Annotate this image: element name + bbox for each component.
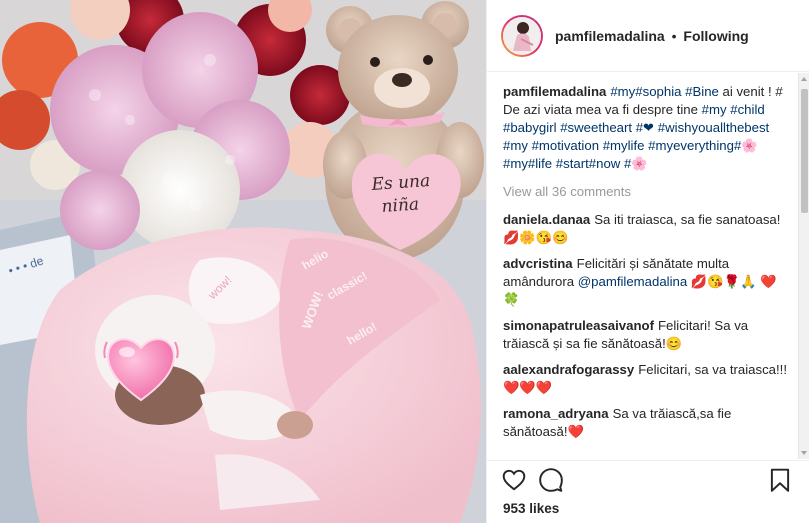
post-details-panel: pamfilemadalina • Following pamfilemadal…	[486, 0, 809, 523]
hashtag-link[interactable]: #my	[503, 138, 528, 153]
comment-bubble-icon[interactable]	[538, 467, 564, 493]
post-actions: 953 likes	[487, 460, 809, 523]
hashtag-link[interactable]: #sophia	[635, 84, 681, 99]
hashtag-link[interactable]: #sweetheart	[560, 120, 632, 135]
mention-link[interactable]: @pamfilemadalina	[578, 274, 687, 289]
view-all-comments-link[interactable]: View all 36 comments	[503, 183, 791, 201]
comment-username[interactable]: simonapatruleasaivanof	[503, 318, 654, 333]
scrollbar-thumb[interactable]	[801, 89, 808, 213]
svg-text:niña: niña	[381, 194, 420, 217]
bookmark-icon[interactable]	[767, 467, 793, 493]
likes-count[interactable]: 953 likes	[503, 501, 559, 516]
post-photo[interactable]: • • • de Es una niña helio classic! WOW!…	[0, 0, 486, 523]
comments-list[interactable]: pamfilemadalina #my#sophia #Bine ai venit…	[487, 73, 799, 459]
heart-outline-icon[interactable]	[501, 467, 527, 493]
hashtag-link[interactable]: #now	[589, 156, 621, 171]
hashtag-link[interactable]: #myeverything	[648, 138, 734, 153]
hashtag-link[interactable]: #Bine	[685, 84, 719, 99]
hashtag-link[interactable]: #motivation	[532, 138, 599, 153]
comment-item: advcristina Felicitări și sănătate multa …	[503, 255, 791, 309]
hashtag-link[interactable]: #my	[702, 102, 727, 117]
comment-item: simonapatruleasaivanof Felicitari! Sa va …	[503, 317, 791, 353]
hashtag-link[interactable]: #🌸	[624, 156, 648, 171]
scroll-down-arrow-icon[interactable]	[801, 451, 807, 455]
hashtag-link[interactable]: #❤	[636, 120, 654, 135]
profile-picture-icon	[503, 16, 541, 55]
comment-thread: daniela.danaa Sa iti traiasca, sa fie san…	[503, 211, 791, 441]
hashtag-link[interactable]: #my	[610, 84, 635, 99]
comment-username[interactable]: daniela.danaa	[503, 212, 590, 227]
header-separator: •	[671, 27, 677, 44]
comment-username[interactable]: ramona_adryana	[503, 406, 609, 421]
comment-username[interactable]: aalexandrafogarassy	[503, 362, 634, 377]
hashtag-link[interactable]: #life	[528, 156, 552, 171]
photo-illustration: • • • de Es una niña helio classic! WOW!…	[0, 0, 486, 523]
hashtag-link[interactable]: #start	[556, 156, 589, 171]
comment-username[interactable]: advcristina	[503, 256, 573, 271]
hashtag-link[interactable]: #my	[503, 156, 528, 171]
hashtag-link[interactable]: #mylife	[603, 138, 645, 153]
post-header: pamfilemadalina • Following	[487, 0, 809, 72]
hashtag-link[interactable]: #wishyouallthebest	[658, 120, 769, 135]
comment-item: aalexandrafogarassy Felicitari, sa va tra…	[503, 361, 791, 397]
hashtag-link[interactable]: #child	[730, 102, 764, 117]
comment-item: ramona_adryana Sa va trăiască,sa fie sănă…	[503, 405, 791, 441]
svg-text:Es una: Es una	[370, 171, 431, 195]
hashtag-link[interactable]: #🌸	[734, 138, 758, 153]
comments-scrollbar[interactable]	[798, 73, 809, 459]
following-button[interactable]: Following	[683, 28, 748, 44]
hashtag-link[interactable]: #babygirl	[503, 120, 557, 135]
caption: pamfilemadalina #my#sophia #Bine ai venit…	[503, 83, 791, 173]
header-username[interactable]: pamfilemadalina	[555, 28, 665, 44]
scroll-up-arrow-icon[interactable]	[801, 77, 807, 81]
avatar[interactable]	[501, 14, 543, 57]
comment-item: daniela.danaa Sa iti traiasca, sa fie san…	[503, 211, 791, 247]
caption-username[interactable]: pamfilemadalina	[503, 84, 606, 99]
heart-sticker	[103, 330, 179, 406]
